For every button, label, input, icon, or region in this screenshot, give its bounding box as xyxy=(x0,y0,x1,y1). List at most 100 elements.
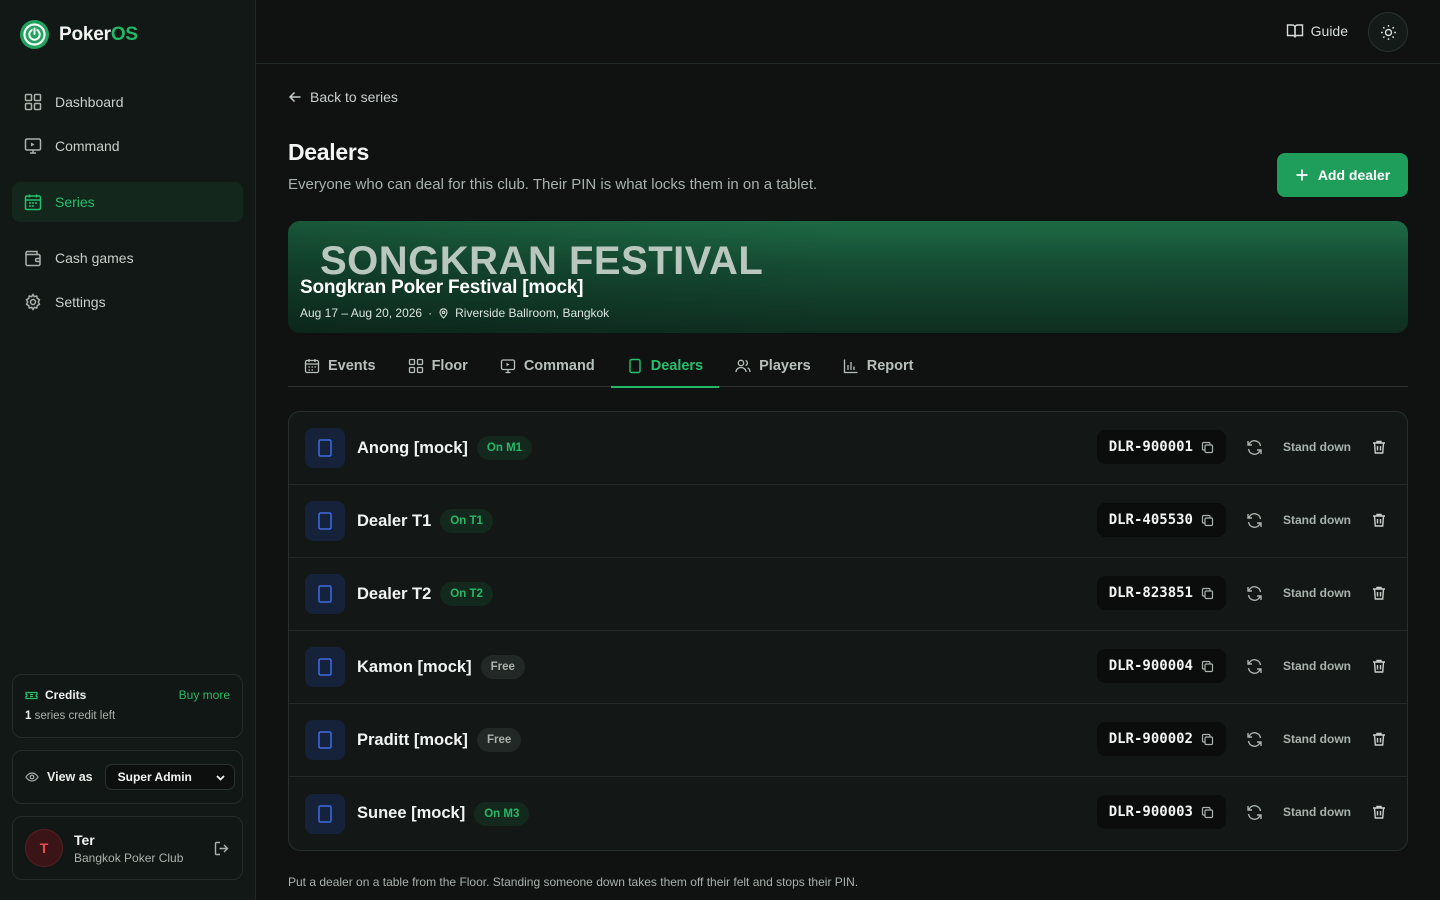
status-badge: On T1 xyxy=(440,509,493,533)
status-badge: On M3 xyxy=(474,801,530,826)
series-tabs: Events Floor Command Dealers Players Rep… xyxy=(288,344,1408,388)
copy-icon[interactable] xyxy=(1201,441,1214,454)
series-banner: SONGKRAN FESTIVAL Songkran Poker Festiva… xyxy=(288,221,1408,333)
reset-pin-icon[interactable] xyxy=(1246,585,1263,602)
dealer-row: Kamon [mock] Free DLR-900004 Stand down xyxy=(289,631,1407,704)
dealer-row: Praditt [mock] Free DLR-900002 Stand dow… xyxy=(289,704,1407,777)
ticket-icon xyxy=(25,689,38,702)
tablet-icon xyxy=(305,647,345,687)
monitor-icon xyxy=(24,137,42,155)
stand-down-button[interactable]: Stand down xyxy=(1283,659,1351,673)
footer-note: Put a dealer on a table from the Floor. … xyxy=(288,875,859,889)
trash-icon[interactable] xyxy=(1371,804,1387,820)
dealer-pin[interactable]: DLR-900003 xyxy=(1096,795,1226,829)
series-dates: Aug 17 – Aug 20, 2026 xyxy=(300,306,423,320)
stand-down-button[interactable]: Stand down xyxy=(1283,805,1351,819)
sidebar-item-settings[interactable]: Settings xyxy=(12,282,243,322)
reset-pin-icon[interactable] xyxy=(1246,439,1263,456)
logout-icon[interactable] xyxy=(213,840,230,857)
tab-report[interactable]: Report xyxy=(827,344,930,387)
credits-title: Credits xyxy=(25,688,86,702)
reset-pin-icon[interactable] xyxy=(1246,731,1263,748)
status-badge: On T2 xyxy=(440,582,493,606)
series-name: Songkran Poker Festival [mock] xyxy=(300,277,584,298)
dealer-list: Anong [mock] On M1 DLR-900001 Stand down… xyxy=(288,411,1408,851)
status-badge: Free xyxy=(476,728,522,752)
copy-icon[interactable] xyxy=(1201,514,1214,527)
tablet-icon xyxy=(305,428,345,468)
book-icon xyxy=(1286,22,1304,40)
dealer-pin[interactable]: DLR-900001 xyxy=(1096,430,1226,464)
avatar: T xyxy=(25,829,63,867)
stand-down-button[interactable]: Stand down xyxy=(1283,513,1351,527)
dealer-name: Anong [mock] xyxy=(357,438,468,457)
app-name: PokerOS xyxy=(59,23,138,45)
view-as-card: View as Super Admin xyxy=(12,750,243,804)
sun-icon xyxy=(1380,24,1397,41)
users-icon xyxy=(735,358,751,374)
app-logo[interactable]: PokerOS xyxy=(20,20,138,49)
copy-icon[interactable] xyxy=(1201,587,1214,600)
user-name: Ter xyxy=(74,831,95,848)
dealer-row: Dealer T1 On T1 DLR-405530 Stand down xyxy=(289,485,1407,558)
tab-dealers[interactable]: Dealers xyxy=(610,344,720,388)
trash-icon[interactable] xyxy=(1371,439,1387,455)
tab-command[interactable]: Command xyxy=(484,344,611,387)
page-subtitle: Everyone who can deal for this club. The… xyxy=(288,176,818,193)
sidebar-item-label: Cash games xyxy=(55,250,134,266)
plus-icon xyxy=(1295,168,1309,182)
dealer-pin[interactable]: DLR-823851 xyxy=(1096,576,1226,610)
status-badge: On M1 xyxy=(476,436,533,460)
theme-toggle-button[interactable] xyxy=(1368,12,1408,52)
dealer-pin[interactable]: DLR-900004 xyxy=(1096,649,1226,683)
copy-icon[interactable] xyxy=(1201,733,1214,746)
add-dealer-button[interactable]: Add dealer xyxy=(1277,153,1408,197)
copy-icon[interactable] xyxy=(1201,660,1214,673)
grid-icon xyxy=(408,358,424,374)
reset-pin-icon[interactable] xyxy=(1246,512,1263,529)
stand-down-button[interactable]: Stand down xyxy=(1283,732,1351,746)
dealer-name: Dealer T1 xyxy=(357,511,432,530)
copy-icon[interactable] xyxy=(1201,806,1214,819)
reset-pin-icon[interactable] xyxy=(1246,658,1263,675)
credits-remaining: 1 series credit left xyxy=(25,710,116,722)
chevron-down-icon xyxy=(215,772,226,783)
sidebar: PokerOS Dashboard Command Series Cash ga… xyxy=(0,0,256,900)
tab-players[interactable]: Players xyxy=(719,344,827,387)
dealer-pin[interactable]: DLR-405530 xyxy=(1096,503,1226,537)
calendar-icon xyxy=(24,193,42,211)
back-to-series-link[interactable]: Back to series xyxy=(288,89,398,105)
tab-floor[interactable]: Floor xyxy=(392,344,484,387)
trash-icon[interactable] xyxy=(1371,585,1387,601)
sidebar-item-dashboard[interactable]: Dashboard xyxy=(12,82,243,122)
sidebar-item-series[interactable]: Series xyxy=(12,182,243,222)
trash-icon[interactable] xyxy=(1371,731,1387,747)
view-as-select[interactable]: Super Admin xyxy=(104,764,235,790)
stand-down-button[interactable]: Stand down xyxy=(1283,586,1351,600)
user-card: T Ter Bangkok Poker Club xyxy=(12,816,243,880)
calendar-icon xyxy=(304,358,320,374)
tablet-icon xyxy=(627,358,643,374)
stand-down-button[interactable]: Stand down xyxy=(1283,440,1351,454)
eye-icon xyxy=(25,770,39,784)
dealer-row: Anong [mock] On M1 DLR-900001 Stand down xyxy=(289,412,1407,485)
sidebar-item-command[interactable]: Command xyxy=(12,126,243,166)
dealer-name: Dealer T2 xyxy=(357,584,432,603)
trash-icon[interactable] xyxy=(1371,658,1387,674)
guide-button[interactable]: Guide xyxy=(1286,22,1348,40)
sidebar-item-label: Settings xyxy=(55,294,106,310)
buy-more-link[interactable]: Buy more xyxy=(179,688,230,702)
series-meta: Aug 17 – Aug 20, 2026 · Riverside Ballro… xyxy=(300,306,609,320)
tab-events[interactable]: Events xyxy=(288,344,392,387)
tablet-icon xyxy=(305,793,345,834)
trash-icon[interactable] xyxy=(1371,512,1387,528)
dealer-pin[interactable]: DLR-900002 xyxy=(1096,722,1226,756)
dealer-name: Sunee [mock] xyxy=(357,804,466,822)
sidebar-item-label: Dashboard xyxy=(55,94,124,110)
meta-separator: · xyxy=(428,306,433,320)
dealer-row: Dealer T2 On T2 DLR-823851 Stand down xyxy=(289,558,1407,631)
sidebar-item-label: Series xyxy=(55,194,95,210)
location-pin-icon xyxy=(438,307,449,319)
reset-pin-icon[interactable] xyxy=(1246,804,1263,821)
sidebar-item-cash-games[interactable]: Cash games xyxy=(12,238,243,278)
